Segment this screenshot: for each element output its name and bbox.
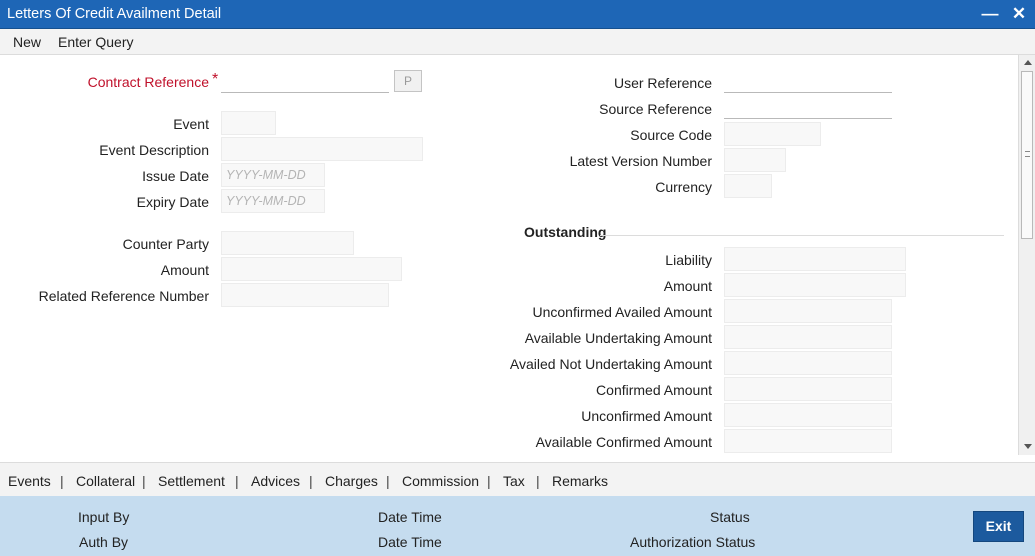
latest-version-number-label: Latest Version Number (569, 153, 712, 169)
counter-party-label: Counter Party (122, 236, 209, 252)
tab-commission[interactable]: Commission (402, 473, 479, 489)
minimize-icon[interactable]: — (980, 3, 1000, 25)
tab-separator: | (386, 473, 390, 489)
source-reference-input[interactable] (724, 95, 892, 119)
date-time-label: Date Time (378, 509, 442, 525)
tab-collateral[interactable]: Collateral (76, 473, 135, 489)
liability-label: Liability (665, 252, 712, 268)
availed-not-undertaking-amount-field[interactable] (724, 351, 892, 375)
related-reference-number-label: Related Reference Number (38, 288, 209, 304)
event-description-field[interactable] (221, 137, 423, 161)
currency-label: Currency (655, 179, 712, 195)
auth-by-label: Auth By (79, 534, 129, 550)
unconfirmed-amount-label: Unconfirmed Amount (581, 408, 712, 424)
issue-date-label: Issue Date (142, 168, 209, 184)
unconfirmed-availed-amount-field[interactable] (724, 299, 892, 323)
unconfirmed-availed-amount-label: Unconfirmed Availed Amount (532, 304, 712, 320)
auth-date-time-label: Date Time (378, 534, 442, 550)
vertical-scrollbar[interactable] (1018, 55, 1035, 455)
tab-bar: Events | Collateral | Settlement | Advic… (0, 462, 1035, 496)
window-title: Letters Of Credit Availment Detail (7, 6, 222, 22)
contract-reference-label: Contract Reference (87, 74, 209, 90)
contract-reference-input[interactable] (221, 69, 389, 93)
status-label: Status (710, 509, 750, 525)
outstanding-divider (600, 235, 1004, 236)
issue-date-field[interactable] (221, 163, 325, 187)
available-confirmed-amount-field[interactable] (724, 429, 892, 453)
scroll-grip-icon (1025, 151, 1030, 157)
exit-button[interactable]: Exit (973, 511, 1024, 542)
tab-events[interactable]: Events (8, 473, 51, 489)
menu-enter-query[interactable]: Enter Query (58, 34, 133, 50)
event-field[interactable] (221, 111, 276, 135)
tab-remarks[interactable]: Remarks (552, 473, 608, 489)
latest-version-number-field[interactable] (724, 148, 786, 172)
expiry-date-field[interactable] (221, 189, 325, 213)
event-label: Event (173, 116, 209, 132)
main-form: Contract Reference * P Event Event Descr… (0, 55, 1018, 462)
confirmed-amount-field[interactable] (724, 377, 892, 401)
tab-separator: | (487, 473, 491, 489)
source-code-field[interactable] (724, 122, 821, 146)
outstanding-section-title: Outstanding (524, 224, 607, 240)
event-description-label: Event Description (99, 142, 209, 158)
unconfirmed-amount-field[interactable] (724, 403, 892, 427)
amount-field[interactable] (221, 257, 402, 281)
available-undertaking-amount-field[interactable] (724, 325, 892, 349)
outstanding-amount-label: Amount (663, 278, 712, 294)
tab-settlement[interactable]: Settlement (158, 473, 225, 489)
menu-new[interactable]: New (13, 34, 41, 50)
scroll-up-icon[interactable] (1024, 60, 1032, 65)
tab-separator: | (536, 473, 540, 489)
liability-field[interactable] (724, 247, 906, 271)
amount-label: Amount (160, 262, 209, 278)
expiry-date-label: Expiry Date (136, 194, 209, 210)
scroll-thumb[interactable] (1021, 71, 1033, 239)
outstanding-amount-field[interactable] (724, 273, 906, 297)
counter-party-field[interactable] (221, 231, 354, 255)
tab-charges[interactable]: Charges (325, 473, 378, 489)
authorization-status-label: Authorization Status (630, 534, 756, 550)
source-reference-label: Source Reference (599, 101, 712, 117)
source-code-label: Source Code (630, 127, 712, 143)
tab-advices[interactable]: Advices (251, 473, 300, 489)
related-reference-number-field[interactable] (221, 283, 389, 307)
title-bar: Letters Of Credit Availment Detail — ✕ (0, 0, 1035, 29)
menu-bar: New Enter Query (0, 29, 1035, 55)
tab-separator: | (235, 473, 239, 489)
currency-field[interactable] (724, 174, 772, 198)
tab-separator: | (60, 473, 64, 489)
required-indicator: * (212, 71, 219, 88)
scroll-down-icon[interactable] (1024, 444, 1032, 449)
tab-separator: | (309, 473, 313, 489)
availed-not-undertaking-amount-label: Availed Not Undertaking Amount (509, 356, 712, 372)
close-icon[interactable]: ✕ (1009, 3, 1029, 25)
confirmed-amount-label: Confirmed Amount (596, 382, 712, 398)
user-reference-input[interactable] (724, 69, 892, 93)
audit-footer: Input By Date Time Status Auth By Date T… (0, 496, 1035, 556)
tab-tax[interactable]: Tax (503, 473, 525, 489)
contract-reference-pick-button[interactable]: P (394, 70, 422, 92)
input-by-label: Input By (78, 509, 130, 525)
tab-separator: | (142, 473, 146, 489)
available-undertaking-amount-label: Available Undertaking Amount (524, 330, 712, 346)
user-reference-label: User Reference (613, 75, 712, 91)
available-confirmed-amount-label: Available Confirmed Amount (535, 434, 712, 450)
